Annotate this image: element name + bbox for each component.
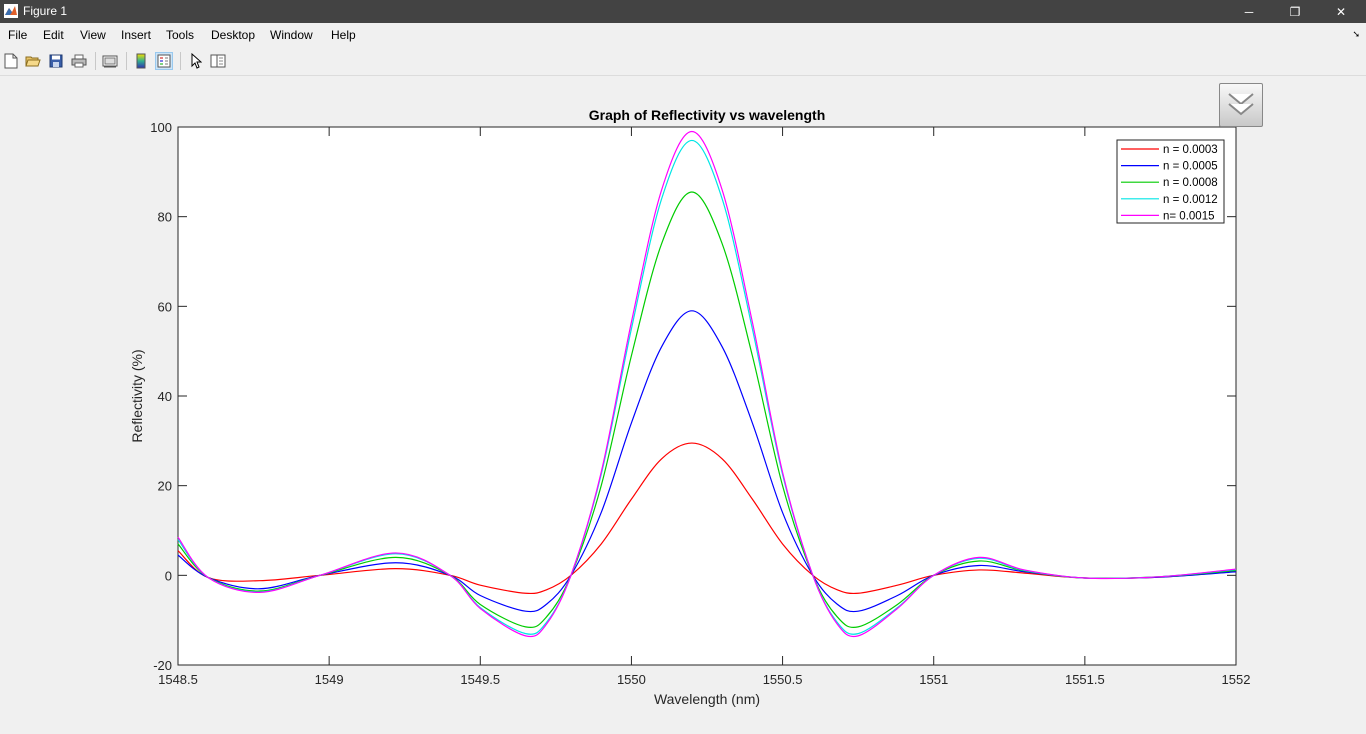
legend-icon[interactable]	[155, 52, 173, 70]
print-icon[interactable]	[70, 52, 88, 70]
toolbar-separator	[126, 52, 127, 70]
link-plot-icon[interactable]	[101, 52, 119, 70]
open-file-icon[interactable]	[24, 52, 42, 70]
dock-figure-button[interactable]	[1219, 83, 1263, 127]
property-editor-icon[interactable]	[209, 52, 227, 70]
toolbar-separator	[95, 52, 96, 70]
menu-tools[interactable]: Tools	[166, 28, 194, 42]
new-figure-icon[interactable]	[2, 52, 20, 70]
close-button[interactable]: ✕	[1318, 0, 1364, 23]
restore-icon: ❐	[1289, 4, 1301, 19]
menu-window[interactable]: Window	[270, 28, 313, 42]
window-titlebar: Figure 1 ─ ❐ ✕	[0, 0, 1366, 23]
menu-view[interactable]: View	[80, 28, 106, 42]
menu-insert[interactable]: Insert	[121, 28, 151, 42]
figure-toolbar	[0, 47, 1366, 76]
save-icon[interactable]	[47, 52, 65, 70]
menu-help[interactable]: Help	[331, 28, 356, 42]
restore-button[interactable]: ❐	[1272, 0, 1318, 23]
toolbar-separator	[180, 52, 181, 70]
menu-file[interactable]: File	[8, 28, 27, 42]
colorbar-icon[interactable]	[132, 52, 150, 70]
matlab-app-icon	[4, 4, 18, 18]
window-title: Figure 1	[23, 4, 68, 18]
chevron-down-icon	[1228, 93, 1254, 116]
minimize-button[interactable]: ─	[1226, 0, 1272, 23]
menu-bar: File Edit View Insert Tools Desktop Wind…	[0, 23, 1366, 47]
pointer-icon[interactable]	[187, 52, 205, 70]
menu-edit[interactable]: Edit	[43, 28, 64, 42]
figure-canvas	[0, 76, 1366, 734]
menu-desktop[interactable]: Desktop	[211, 28, 255, 42]
close-icon: ✕	[1335, 4, 1347, 19]
menu-overflow-icon[interactable]: ➘	[1352, 29, 1360, 40]
minimize-icon: ─	[1244, 4, 1254, 19]
